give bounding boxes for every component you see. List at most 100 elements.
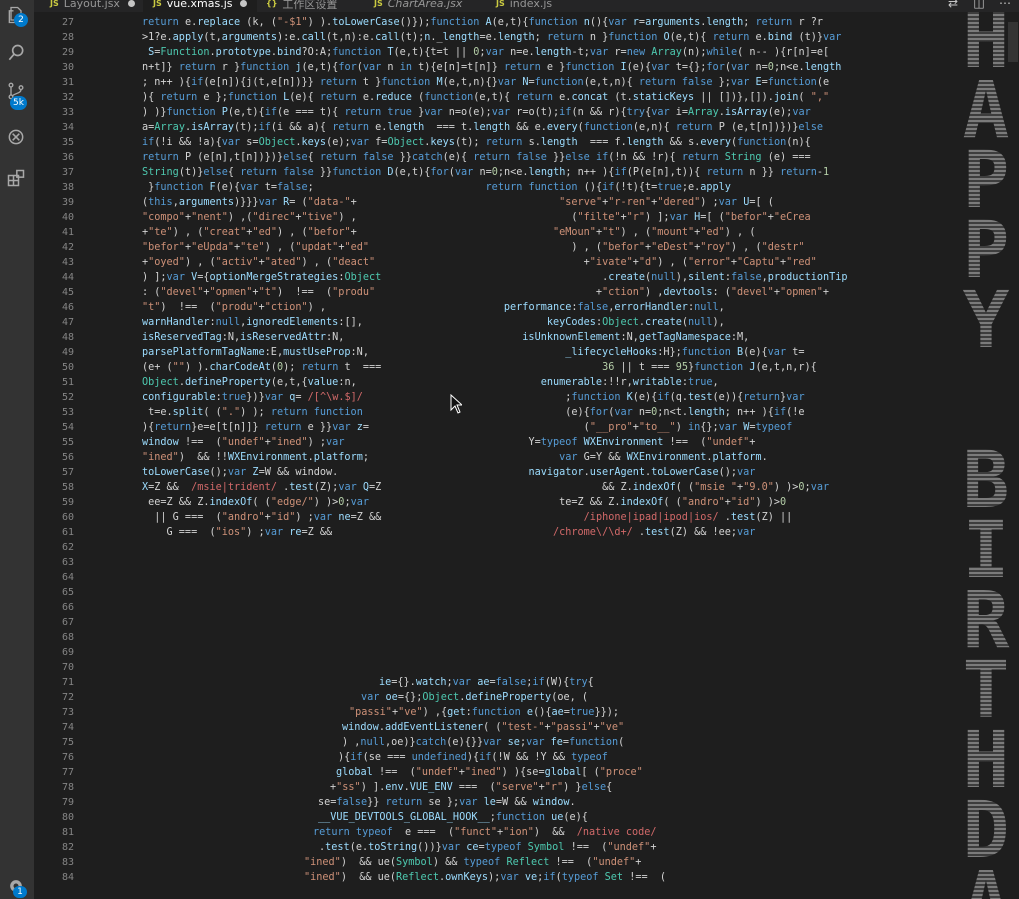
tab-chartarea-jsx[interactable]: JS ChartArea.jsx — [364, 0, 472, 12]
code-token: ;e. — [681, 182, 701, 193]
code-token: "serve" — [559, 197, 603, 208]
code-token: for — [430, 167, 449, 178]
code-token: var — [350, 497, 369, 508]
more-actions-icon[interactable]: ⋯ — [997, 0, 1013, 10]
code-token: String — [724, 152, 768, 163]
code-token: return — [755, 17, 799, 28]
code-token: keys — [301, 137, 327, 148]
compare-icon[interactable]: ⇄ — [945, 0, 961, 10]
code-token: ownKeys — [445, 872, 489, 883]
line-number: 62 — [61, 542, 74, 553]
code-token: . — [761, 452, 768, 463]
code-token: (P(e[n],t)){ — [626, 167, 707, 178]
code-token: return — [319, 77, 363, 88]
code-token: 0 — [779, 497, 787, 508]
code-editor[interactable]: 27 28 29 30 31 32 33 34 35 36 37 38 39 40 41 42 43 44 45 46… — [34, 12, 1019, 899]
code-token: var — [483, 737, 508, 748]
code-token: this — [148, 197, 173, 208]
code-token: ) ){se= — [501, 767, 545, 778]
code-token: (e){ — [563, 812, 588, 823]
line-number: 28 — [61, 32, 74, 43]
code-token: "d" — [638, 257, 658, 268]
code-token: if — [264, 107, 277, 118]
vertical-scrollbar[interactable] — [1007, 12, 1019, 899]
split-editor-icon[interactable]: ◫ — [971, 0, 987, 10]
code-token: var — [459, 797, 484, 808]
code-token: && s. — [669, 137, 701, 148]
code-token: in — [399, 62, 419, 73]
code-line: ee=Z && Z.indexOf( ("edge/") )>0;var te=… — [142, 495, 786, 510]
code-token: }} — [553, 152, 566, 163]
code-token: ;n<e. — [497, 167, 529, 178]
line-number: 50 — [61, 362, 74, 373]
tab-vue-xmas-js[interactable]: JS vue.xmas.js — [143, 0, 258, 12]
code-token: fe — [550, 737, 563, 748]
code-token: (W){ — [544, 677, 570, 688]
code-token: var — [313, 512, 339, 523]
code-line: (e+ ("") ).charCodeAt(0); return t === 3… — [142, 360, 817, 375]
code-token: return false — [319, 152, 400, 163]
code-token: ) } — [563, 782, 582, 793]
code-token: (n && r){ — [571, 107, 627, 118]
extensions-icon[interactable] — [5, 167, 27, 189]
code-token: return — [675, 122, 719, 133]
code-token: null — [687, 317, 713, 328]
code-line: ){if(se === undefined){if(!W && !Y && ty… — [338, 750, 608, 765]
code-token: ) !== ( — [160, 302, 216, 313]
code-line: "t") !== ("produ"+"ction") , performance… — [142, 300, 725, 315]
code-token: "ve" — [398, 707, 423, 718]
code-token: create — [608, 272, 646, 283]
code-token: "ined" — [464, 767, 502, 778]
debug-icon[interactable] — [5, 126, 27, 148]
code-token: "eUpda" — [191, 242, 235, 253]
code-token: . — [381, 272, 609, 283]
code-token: ne — [338, 512, 351, 523]
code-token: while — [706, 47, 738, 58]
code-token: function — [424, 92, 474, 103]
tab-workspace-settings[interactable]: {} 工作区设置 — [256, 0, 347, 12]
code-line: ie={}.watch;var ae=false;if(W){try{ — [379, 675, 594, 690]
code-token: s= — [246, 137, 259, 148]
code-token: r=o(t); — [516, 107, 560, 118]
code-token: ( ( — [663, 497, 682, 508]
code-token: replace — [197, 17, 241, 28]
code-token: ) ]. — [360, 782, 386, 793]
code-token: (t); — [454, 137, 486, 148]
code-token: var — [559, 452, 584, 463]
code-token: isReservedAttr — [240, 332, 327, 343]
code-token: "ction" — [602, 287, 645, 298]
line-number: 82 — [61, 842, 74, 853]
code-token: (e,t,n){ — [583, 77, 639, 88]
search-icon[interactable] — [5, 42, 27, 64]
tab-index-js[interactable]: JS index.js — [486, 0, 562, 12]
code-token: ) && ue( — [340, 857, 397, 868]
code-token: "produ" — [215, 302, 259, 313]
code-token: for — [338, 62, 357, 73]
code-token: /msie|trident/ — [184, 482, 284, 493]
code-line: if(!i && !a){var s=Object.keys(e);var f=… — [142, 135, 811, 150]
code-token: return — [385, 797, 429, 808]
code-token: new — [626, 47, 652, 58]
line-number: 53 — [61, 407, 74, 418]
code-token: ) ; — [295, 512, 314, 523]
code-token: + — [749, 437, 756, 448]
code-line: String(t)}else{ return false }}function … — [142, 165, 829, 180]
code-token: e. — [375, 122, 388, 133]
code-token: (e — [816, 77, 830, 88]
code-token: ( ( — [483, 722, 502, 733]
code-token: ) && !! — [178, 452, 228, 463]
code-token: ) , ( — [369, 242, 603, 253]
tab-layout-jsx[interactable]: JS Layout.jsx — [40, 0, 145, 12]
code-token: ; — [534, 32, 547, 43]
code-token: s. — [528, 137, 541, 148]
line-number: 49 — [61, 347, 74, 358]
code-token: le — [483, 797, 496, 808]
code-token: var — [669, 212, 695, 223]
code-token: : ( — [142, 287, 161, 298]
scrollbar-thumb[interactable] — [1008, 22, 1018, 62]
code-token: :N, — [350, 347, 566, 358]
code-token: (e,t,n){} — [442, 77, 498, 88]
code-token: var — [589, 47, 615, 58]
code-token: true — [657, 182, 682, 193]
code-token: create — [645, 317, 682, 328]
